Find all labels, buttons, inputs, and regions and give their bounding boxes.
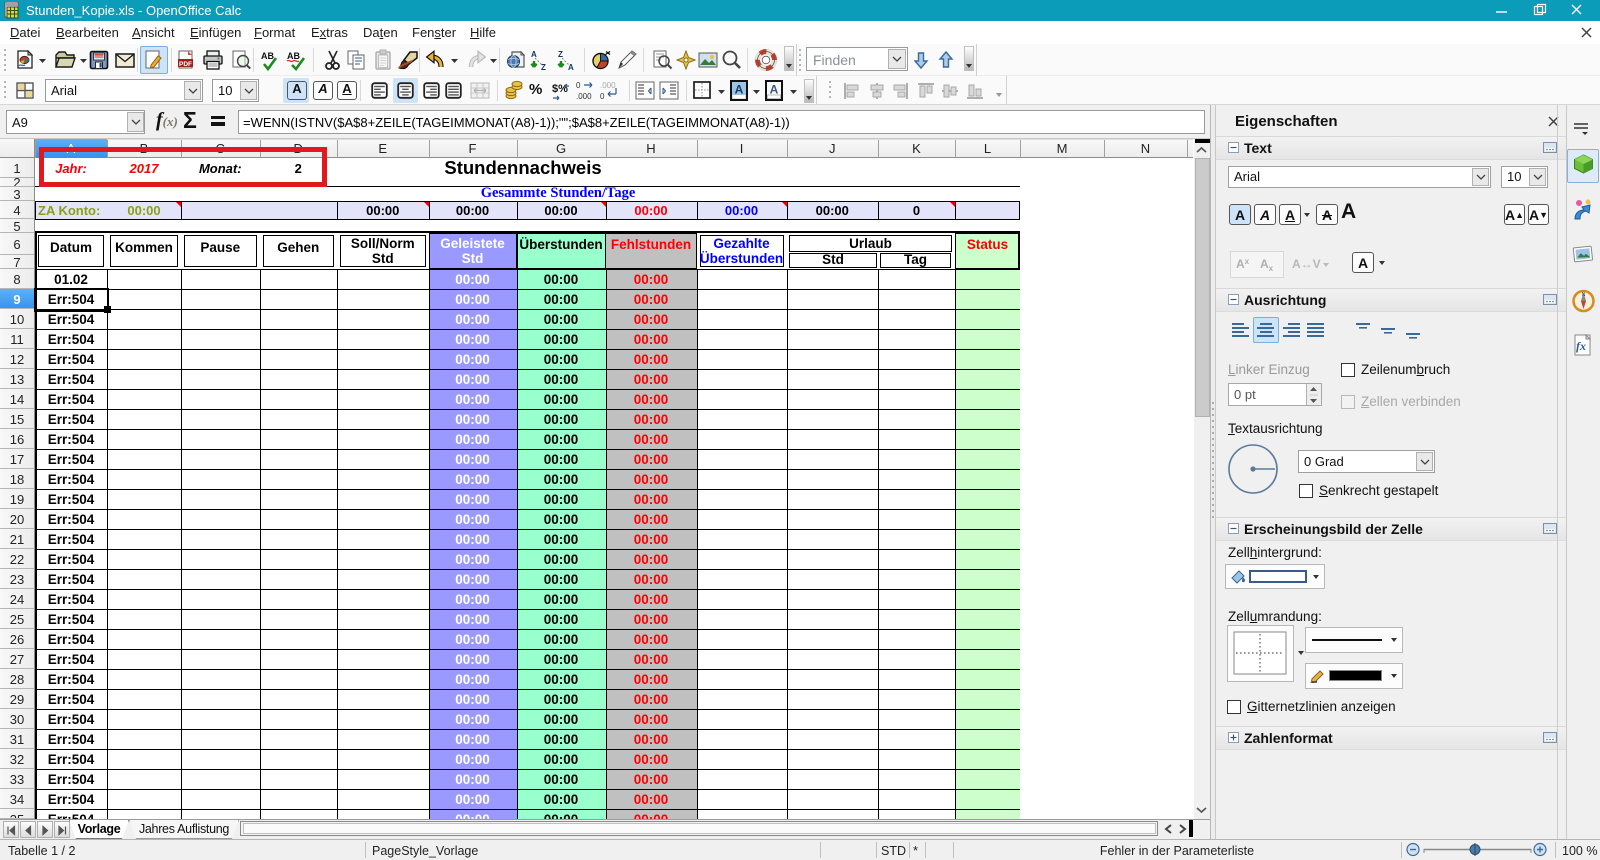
svg-text:Z: Z (541, 63, 546, 72)
svg-text:.000: .000 (576, 92, 592, 101)
svg-text:N: N (1582, 292, 1586, 298)
svg-text:A: A (568, 63, 574, 72)
svg-text:A: A (531, 50, 537, 59)
svg-text:A: A (770, 83, 779, 97)
svg-text:AB: AB (261, 51, 274, 61)
svg-text:fx: fx (1576, 339, 1586, 353)
svg-text:Z: Z (558, 50, 563, 59)
svg-text:0: 0 (576, 81, 581, 90)
svg-text:A: A (735, 83, 744, 97)
svg-text:AB: AB (287, 51, 300, 61)
svg-text:.000: .000 (600, 81, 616, 90)
svg-text:PDF: PDF (179, 61, 192, 68)
svg-text:0: 0 (600, 92, 605, 101)
